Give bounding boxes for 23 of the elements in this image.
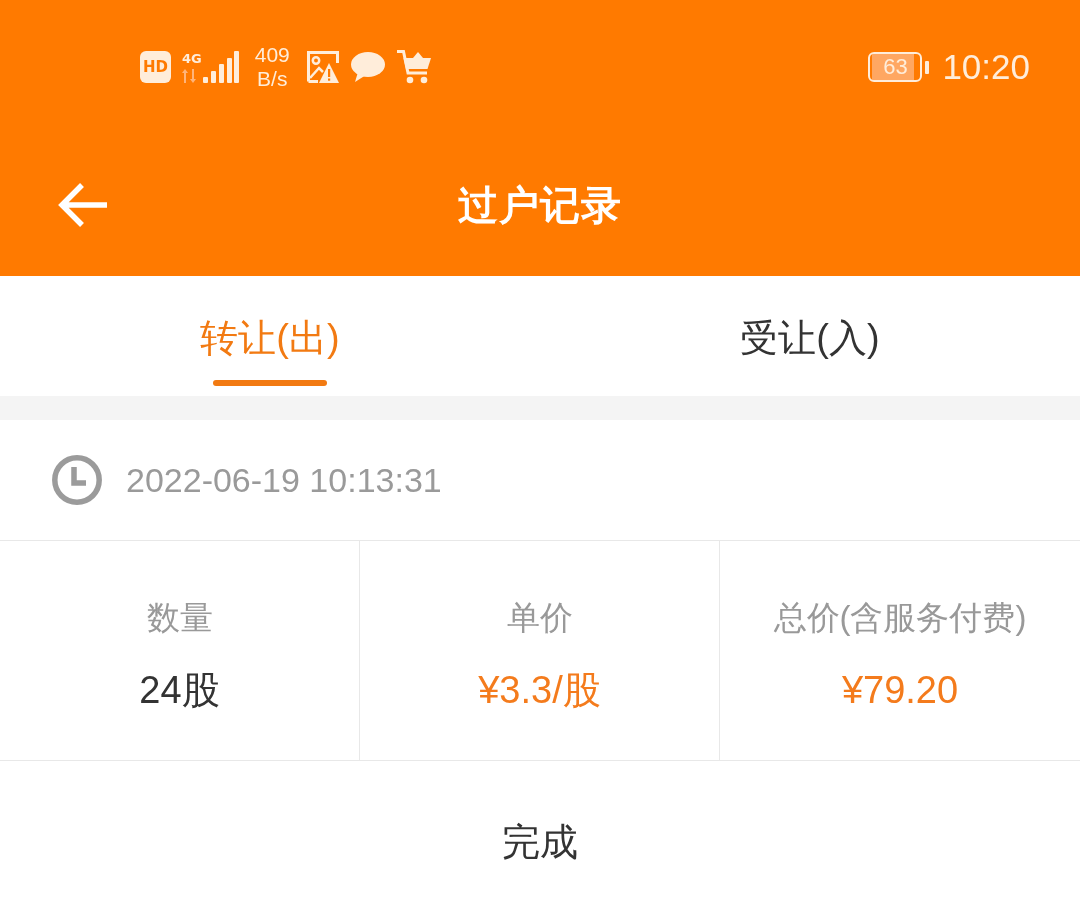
hd-indicator: HD (140, 51, 171, 83)
page-title: 过户记录 (458, 181, 622, 229)
battery-indicator: 63 (868, 52, 930, 82)
shopping-cart-icon (396, 50, 431, 84)
chat-bubble-icon (350, 52, 385, 82)
tab[interactable]: 受让(入) (540, 276, 1080, 396)
record-time: 2022-06-19 10:13:31 (126, 460, 442, 500)
stat-value: 24股 (139, 667, 220, 713)
clock-icon (52, 455, 102, 505)
stat-label: 数量 (146, 597, 213, 638)
back-arrow-icon (58, 182, 108, 228)
record-status: 完成 (502, 820, 578, 865)
stat-label: 总价(含服务付费) (773, 597, 1027, 638)
data-arrows-icon (182, 68, 196, 83)
signal-icon (202, 51, 239, 83)
network-type-label: 4G (182, 51, 202, 65)
network-speed: 409 B/s (254, 43, 290, 91)
stat-label: 单价 (506, 597, 573, 638)
status-time: 10:20 (942, 47, 1030, 87)
stat-value: ¥79.20 (841, 667, 959, 713)
stat-value: ¥3.3/股 (478, 667, 601, 713)
image-warning-icon (306, 51, 339, 83)
back-button[interactable] (58, 182, 108, 228)
